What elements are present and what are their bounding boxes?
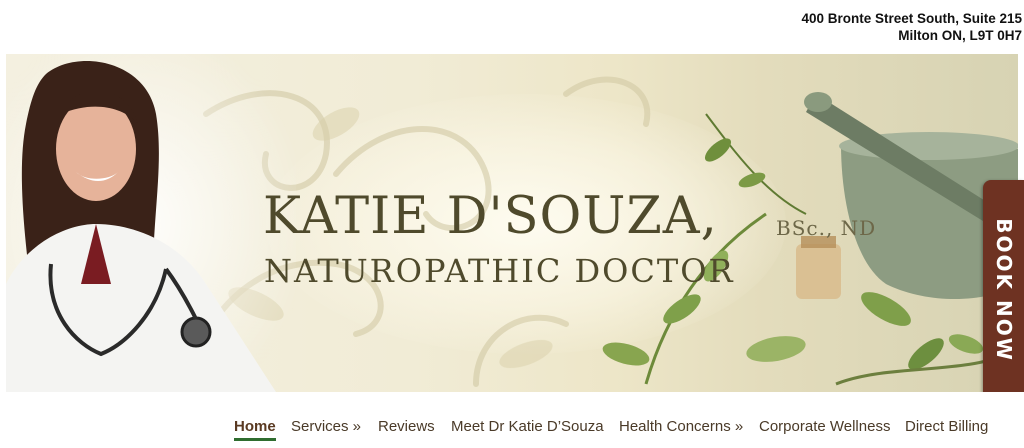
top-bar: 400 Bronte Street South, Suite 215 Milto… (0, 0, 1024, 54)
address-line-2: Milton ON, L9T 0H7 (898, 28, 1022, 43)
book-now-label: BOOK NOW (991, 218, 1016, 362)
hero-banner: KATIE D'SOUZA, BSc., ND NATUROPATHIC DOC… (6, 54, 1018, 392)
main-navigation: Home Services » Reviews Meet Dr Katie D’… (0, 392, 1024, 448)
doctor-credentials: BSc., ND (776, 216, 877, 240)
doctor-portrait (6, 54, 296, 392)
nav-item-meet-dr[interactable]: Meet Dr Katie D’Souza (451, 418, 604, 435)
nav-item-health-concerns[interactable]: Health Concerns » (619, 418, 743, 435)
nav-item-corporate-wellness[interactable]: Corporate Wellness (759, 418, 890, 435)
clinic-address: 400 Bronte Street South, Suite 215 Milto… (801, 10, 1022, 44)
nav-item-services[interactable]: Services » (291, 418, 361, 435)
book-now-button[interactable]: BOOK NOW (983, 180, 1024, 400)
doctor-title: NATUROPATHIC DOCTOR (264, 252, 735, 290)
nav-active-underline (234, 438, 276, 441)
address-line-1: 400 Bronte Street South, Suite 215 (801, 11, 1022, 26)
nav-item-reviews[interactable]: Reviews (378, 418, 435, 435)
doctor-name-heading: KATIE D'SOUZA, (263, 187, 718, 246)
nav-item-direct-billing[interactable]: Direct Billing (905, 418, 988, 435)
nav-item-home[interactable]: Home (234, 418, 276, 435)
